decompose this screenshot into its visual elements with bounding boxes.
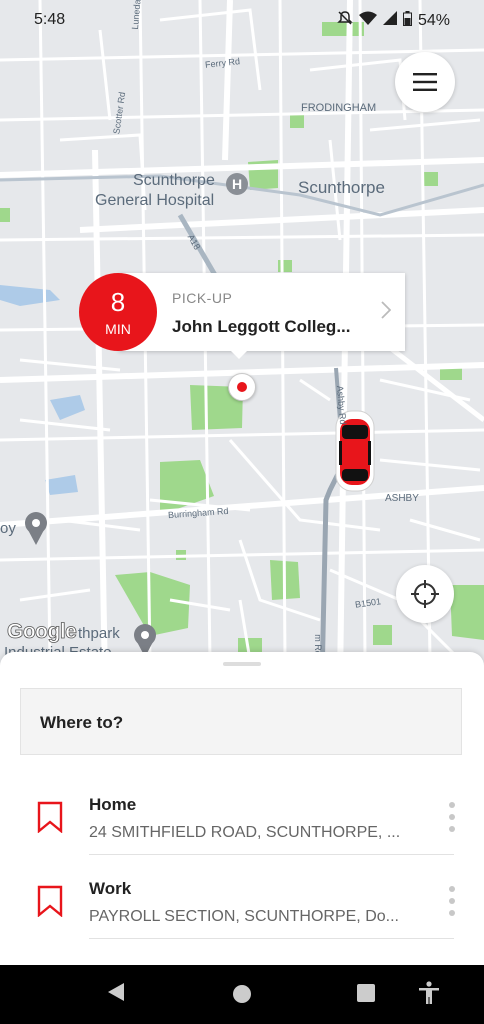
pickup-label: PICK-UP xyxy=(172,290,233,306)
home-icon[interactable] xyxy=(232,984,252,1004)
my-location-button[interactable] xyxy=(396,565,454,623)
map-label-ashby: ASHBY xyxy=(385,493,419,504)
map-label-thpark: thpark xyxy=(78,625,120,642)
pickup-card[interactable]: PICK-UP John Leggott Colleg... xyxy=(118,273,405,359)
bookmark-icon xyxy=(37,801,63,833)
crosshair-icon xyxy=(411,580,439,608)
saved-place-address: PAYROLL SECTION, SCUNTHORPE, Do... xyxy=(89,908,399,925)
menu-button[interactable] xyxy=(395,52,455,112)
accessibility-icon[interactable] xyxy=(418,981,440,1005)
hamburger-icon xyxy=(413,73,437,91)
hospital-icon: H xyxy=(226,173,248,195)
destination-search-placeholder: Where to? xyxy=(40,713,124,732)
saved-place-work[interactable]: Work PAYROLL SECTION, SCUNTHORPE, Do... xyxy=(0,855,484,939)
bottom-sheet: Where to? Home 24 SMITHFIELD ROAD, SCUNT… xyxy=(0,652,484,965)
pickup-location-name: John Leggott Colleg... xyxy=(172,317,351,336)
google-attribution: Google xyxy=(7,620,78,644)
more-vert-icon[interactable] xyxy=(448,801,456,833)
chevron-right-icon xyxy=(381,301,391,319)
notifications-off-icon xyxy=(337,10,353,31)
saved-place-address: 24 SMITHFIELD ROAD, SCUNTHORPE, ... xyxy=(89,824,401,841)
eta-value: 8 xyxy=(110,287,126,317)
saved-place-home[interactable]: Home 24 SMITHFIELD ROAD, SCUNTHORPE, ... xyxy=(0,771,484,855)
saved-place-title: Home xyxy=(89,795,137,814)
recents-icon[interactable] xyxy=(357,984,375,1002)
system-navigation-bar xyxy=(0,965,484,1024)
eta-unit: MIN xyxy=(105,321,131,337)
saved-place-title: Work xyxy=(89,879,132,898)
pickup-card-pointer xyxy=(231,351,247,359)
more-vert-icon[interactable] xyxy=(448,885,456,917)
map-label-scunthorpe: Scunthorpe xyxy=(298,178,385,197)
back-icon[interactable] xyxy=(107,982,125,1002)
bookmark-icon xyxy=(37,885,63,917)
map-label-hospital-line2: General Hospital xyxy=(95,192,215,209)
status-time: 5:48 xyxy=(34,11,66,28)
eta-badge: 8 MIN xyxy=(79,273,157,351)
pickup-pin-icon xyxy=(228,373,256,401)
wifi-icon xyxy=(358,11,377,30)
map-label-hospital-line1: Scunthorpe xyxy=(133,172,215,189)
status-bar: 5:48 54% xyxy=(0,0,484,40)
map-label-frodingham: FRODINGHAM xyxy=(301,102,377,114)
destination-search-input[interactable]: Where to? xyxy=(20,688,462,755)
cellular-signal-icon xyxy=(382,11,397,30)
divider xyxy=(89,938,454,939)
map-label-oy: oy xyxy=(0,520,16,537)
battery-percent: 54% xyxy=(417,11,450,29)
battery-icon xyxy=(402,10,412,31)
sheet-drag-handle[interactable] xyxy=(223,662,261,666)
